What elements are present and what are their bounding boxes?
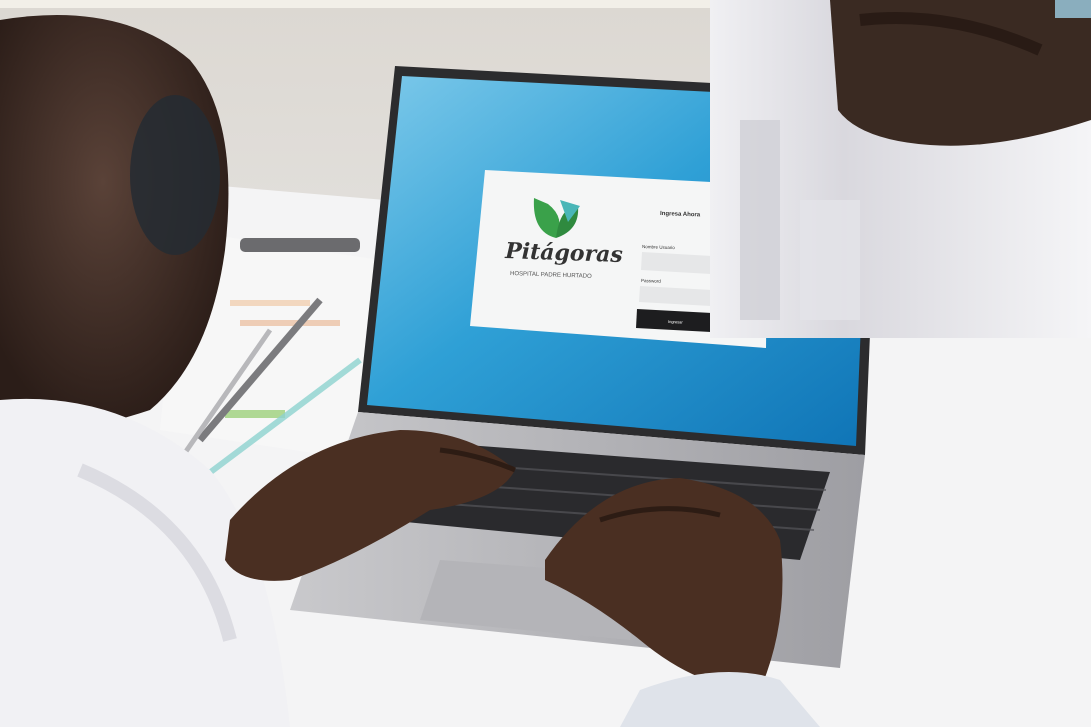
login-button-label: Ingresar [668,319,684,325]
headset-icon [130,95,220,255]
password-label: Password [641,278,661,284]
photo-scene: Pitágoras HOSPITAL PADRE HURTADO Ingresa… [0,0,1091,727]
brand-name: Pitágoras [504,238,623,268]
inset-zoom [710,0,1091,338]
